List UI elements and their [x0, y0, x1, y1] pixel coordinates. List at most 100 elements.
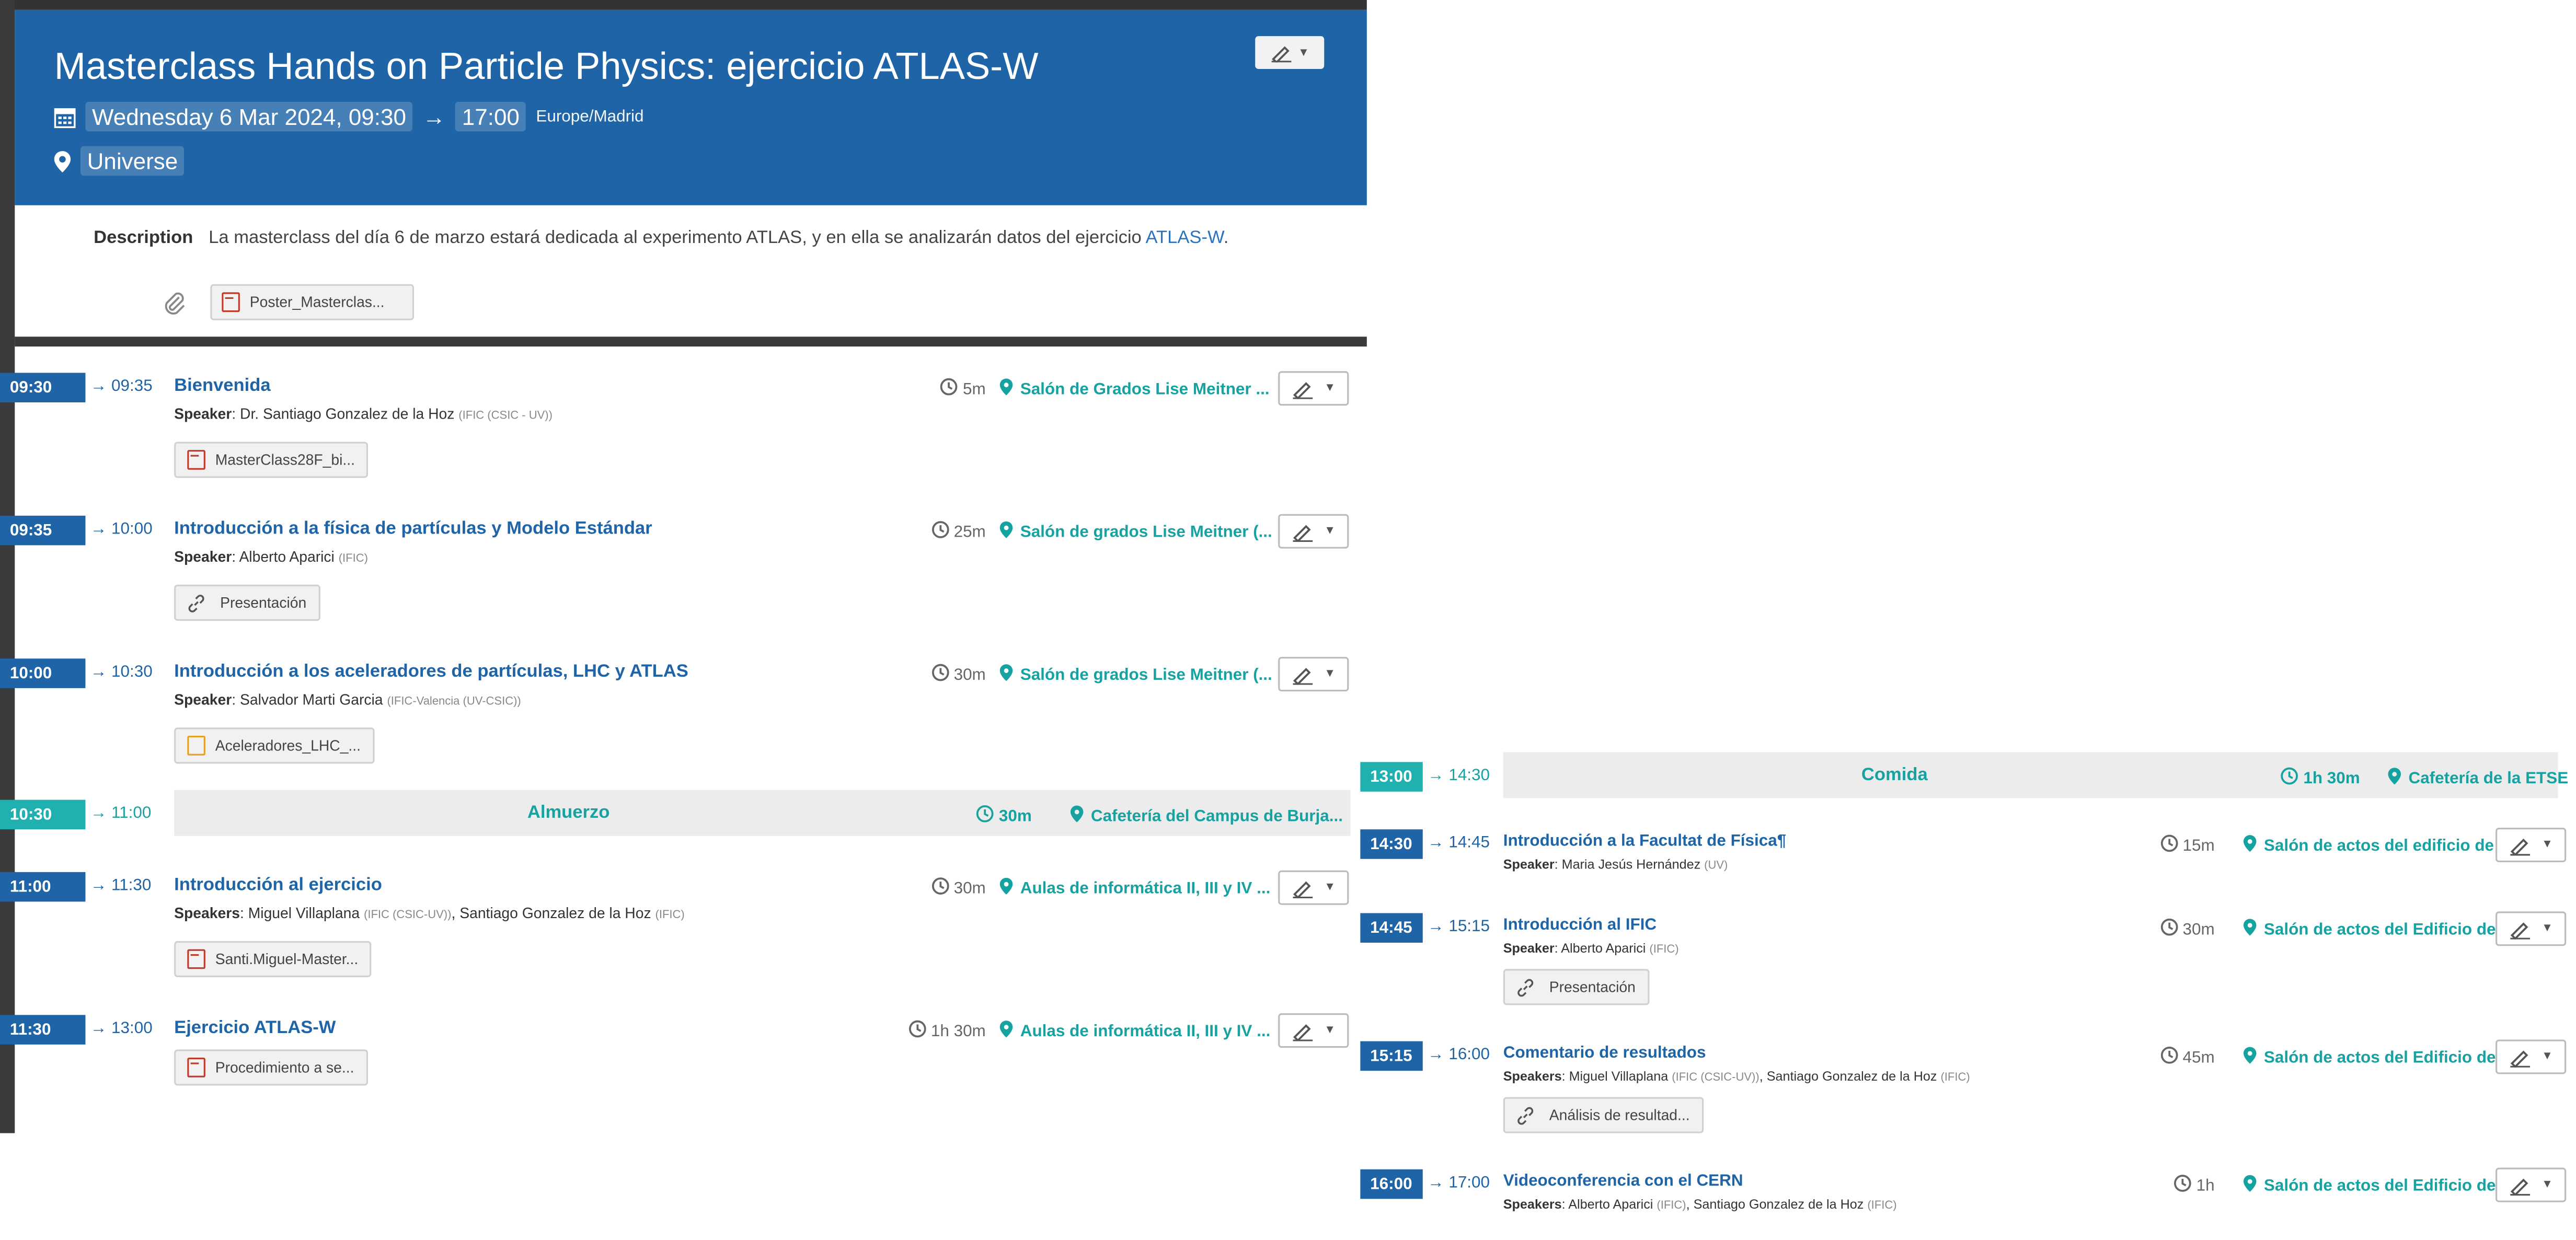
location-value: Salón de grados Lise Meitner (...: [1020, 667, 1272, 685]
clock-icon: [908, 1020, 926, 1038]
start-time-badge: 09:30: [0, 373, 86, 403]
contribution-title[interactable]: Introducción a la Facultat de Física¶: [1503, 832, 1786, 851]
edit-button[interactable]: ▼: [1278, 870, 1349, 905]
speaker-name[interactable]: Miguel Villaplana: [248, 905, 360, 921]
location-link[interactable]: Salón de actos del edificio de ...: [2241, 835, 2512, 856]
end-time: → 14:30: [1428, 767, 1490, 785]
clock-icon: [931, 877, 949, 895]
break-duration-value: 30m: [998, 808, 1032, 826]
clock-icon: [931, 664, 949, 681]
end-time: → 14:45: [1428, 834, 1490, 853]
pencil-icon: [2510, 921, 2531, 939]
location-value: Salón de grados Lise Meitner (...: [1020, 524, 1272, 542]
edit-button[interactable]: ▼: [2496, 828, 2567, 863]
contribution-title[interactable]: Introducción a la física de partículas y…: [174, 519, 652, 539]
contribution-title[interactable]: Ejercicio ATLAS-W: [174, 1018, 336, 1038]
speaker-line: Speaker: Alberto Aparici (IFIC): [1503, 941, 1679, 956]
attachment-button[interactable]: Procedimiento a se...: [174, 1049, 367, 1086]
duration-value: 30m: [953, 880, 986, 899]
speaker-affiliation: (IFIC): [338, 553, 368, 565]
start-time-badge: 14:30: [1360, 829, 1423, 859]
contribution-title[interactable]: Introducción a los aceleradores de partí…: [174, 662, 688, 682]
contribution-title[interactable]: Comentario de resultados: [1503, 1045, 1706, 1063]
chevron-down-icon: ▼: [2542, 1179, 2553, 1191]
speaker-line: Speaker: Dr. Santiago Gonzalez de la Hoz…: [174, 405, 553, 422]
location-value: Salón de actos del edificio de ...: [2263, 837, 2512, 856]
duration-value: 1h 30m: [930, 1023, 986, 1041]
edit-button[interactable]: ▼: [2496, 1167, 2567, 1202]
end-time: → 10:00: [90, 520, 153, 539]
map-pin-icon: [999, 378, 1013, 396]
link-icon: [1517, 1106, 1534, 1124]
clock-icon: [976, 805, 994, 822]
start-time-badge: 14:45: [1360, 913, 1423, 943]
break-title[interactable]: Almuerzo: [527, 803, 610, 823]
speaker-affiliation: (IFIC): [1867, 1200, 1897, 1212]
edit-button[interactable]: ▼: [2496, 911, 2567, 946]
end-time: → 11:00: [90, 805, 152, 823]
location-link[interactable]: Salón de actos del Edificio de ...: [2241, 1046, 2514, 1068]
attachment-button[interactable]: Análisis de resultad...: [1503, 1097, 1703, 1133]
speaker-affiliation: (IFIC (CSIC - UV)): [458, 410, 553, 422]
speaker-name[interactable]: Alberto Aparici: [1561, 941, 1646, 956]
speaker-name[interactable]: Maria Jesús Hernández: [1562, 857, 1701, 872]
location-link[interactable]: Salón de actos del Edificio de ...: [2241, 1174, 2514, 1196]
edit-button[interactable]: ▼: [1278, 371, 1349, 406]
edit-button[interactable]: ▼: [1278, 1013, 1349, 1048]
edit-button[interactable]: ▼: [2496, 1039, 2567, 1074]
speaker-affiliation: (IFIC): [1657, 1200, 1686, 1212]
contribution-title[interactable]: Bienvenida: [174, 376, 270, 396]
chevron-down-icon: ▼: [1324, 882, 1336, 894]
speaker-line: Speaker: Alberto Aparici (IFIC): [174, 548, 368, 565]
speaker-name[interactable]: Miguel Villaplana: [1569, 1069, 1669, 1084]
speaker-name[interactable]: Alberto Aparici: [1568, 1197, 1653, 1212]
contribution-title[interactable]: Introducción al ejercicio: [174, 875, 382, 895]
attachment-button[interactable]: MasterClass28F_bi...: [174, 442, 369, 478]
clock-icon: [2160, 835, 2178, 852]
right-timetable: 13:00 → 14:30 Comida 1h 30m Cafetería de la …: [1357, 752, 2576, 1239]
location-link[interactable]: Aulas de informática II, III y IV ...: [997, 1020, 1270, 1041]
left-timetable: 09:30 → 09:35 Bienvenida Speaker: Dr. Santi…: [0, 0, 1367, 1133]
pdf-icon: [187, 1058, 205, 1077]
start-time-badge: 10:00: [0, 658, 86, 688]
attachment-button[interactable]: Presentación: [174, 584, 320, 621]
location-link[interactable]: Salón de grados Lise Meitner (...: [997, 520, 1272, 542]
start-time-badge: 11:00: [0, 872, 86, 902]
contribution-title[interactable]: Introducción al IFIC: [1503, 917, 1657, 935]
duration-value: 45m: [2182, 1049, 2215, 1068]
speaker-name[interactable]: Santiago Gonzalez de la Hoz: [1767, 1069, 1937, 1084]
speaker-name[interactable]: Salvador Marti Garcia: [240, 691, 383, 708]
location-link[interactable]: Salón de actos del Edificio de ...: [2241, 918, 2514, 940]
break-duration: 30m: [976, 805, 1032, 826]
location-link[interactable]: Salón de Grados Lise Meitner ...: [997, 378, 1270, 399]
location-link[interactable]: Salón de grados Lise Meitner (...: [997, 664, 1272, 685]
speaker-name[interactable]: Alberto Aparici: [239, 549, 334, 565]
speaker-name[interactable]: Santiago Gonzalez de la Hoz: [1694, 1197, 1864, 1212]
map-pin-icon: [999, 664, 1013, 681]
edit-button[interactable]: ▼: [1278, 657, 1349, 692]
break-title[interactable]: Comida: [1861, 766, 1928, 785]
attachment-button[interactable]: Presentación: [1503, 969, 1649, 1005]
map-pin-icon: [999, 877, 1013, 895]
break-location[interactable]: Cafetería del Campus de Burja...: [1068, 805, 1343, 826]
chevron-down-icon: ▼: [1324, 668, 1336, 680]
speaker-name[interactable]: Santiago Gonzalez de la Hoz: [459, 905, 651, 921]
attachment-button[interactable]: Aceleradores_LHC_...: [174, 727, 374, 764]
edit-button[interactable]: ▼: [1278, 514, 1349, 549]
map-pin-icon: [999, 1021, 1013, 1038]
location-value: Aulas de informática II, III y IV ...: [1020, 880, 1271, 899]
pencil-icon: [1293, 880, 1313, 898]
location-link[interactable]: Aulas de informática II, III y IV ...: [997, 877, 1271, 899]
clock-icon: [931, 521, 949, 538]
map-pin-icon: [2243, 835, 2257, 852]
contribution-title[interactable]: Videoconferencia con el CERN: [1503, 1173, 1743, 1191]
chevron-down-icon: ▼: [1324, 383, 1336, 395]
speaker-affiliation: (IFIC (CSIC-UV)): [1672, 1072, 1760, 1084]
clock-icon: [2160, 918, 2178, 936]
clock-icon: [2160, 1046, 2178, 1064]
attachment-button[interactable]: Santi.Miguel-Master...: [174, 941, 372, 978]
right-panel: 13:00 → 14:30 Comida 1h 30m Cafetería de la …: [1357, 752, 2576, 1240]
speaker-name[interactable]: Dr. Santiago Gonzalez de la Hoz: [240, 405, 454, 422]
break-location[interactable]: Cafetería de la ETSE: [2385, 767, 2568, 789]
break-duration-value: 1h 30m: [2303, 770, 2360, 789]
